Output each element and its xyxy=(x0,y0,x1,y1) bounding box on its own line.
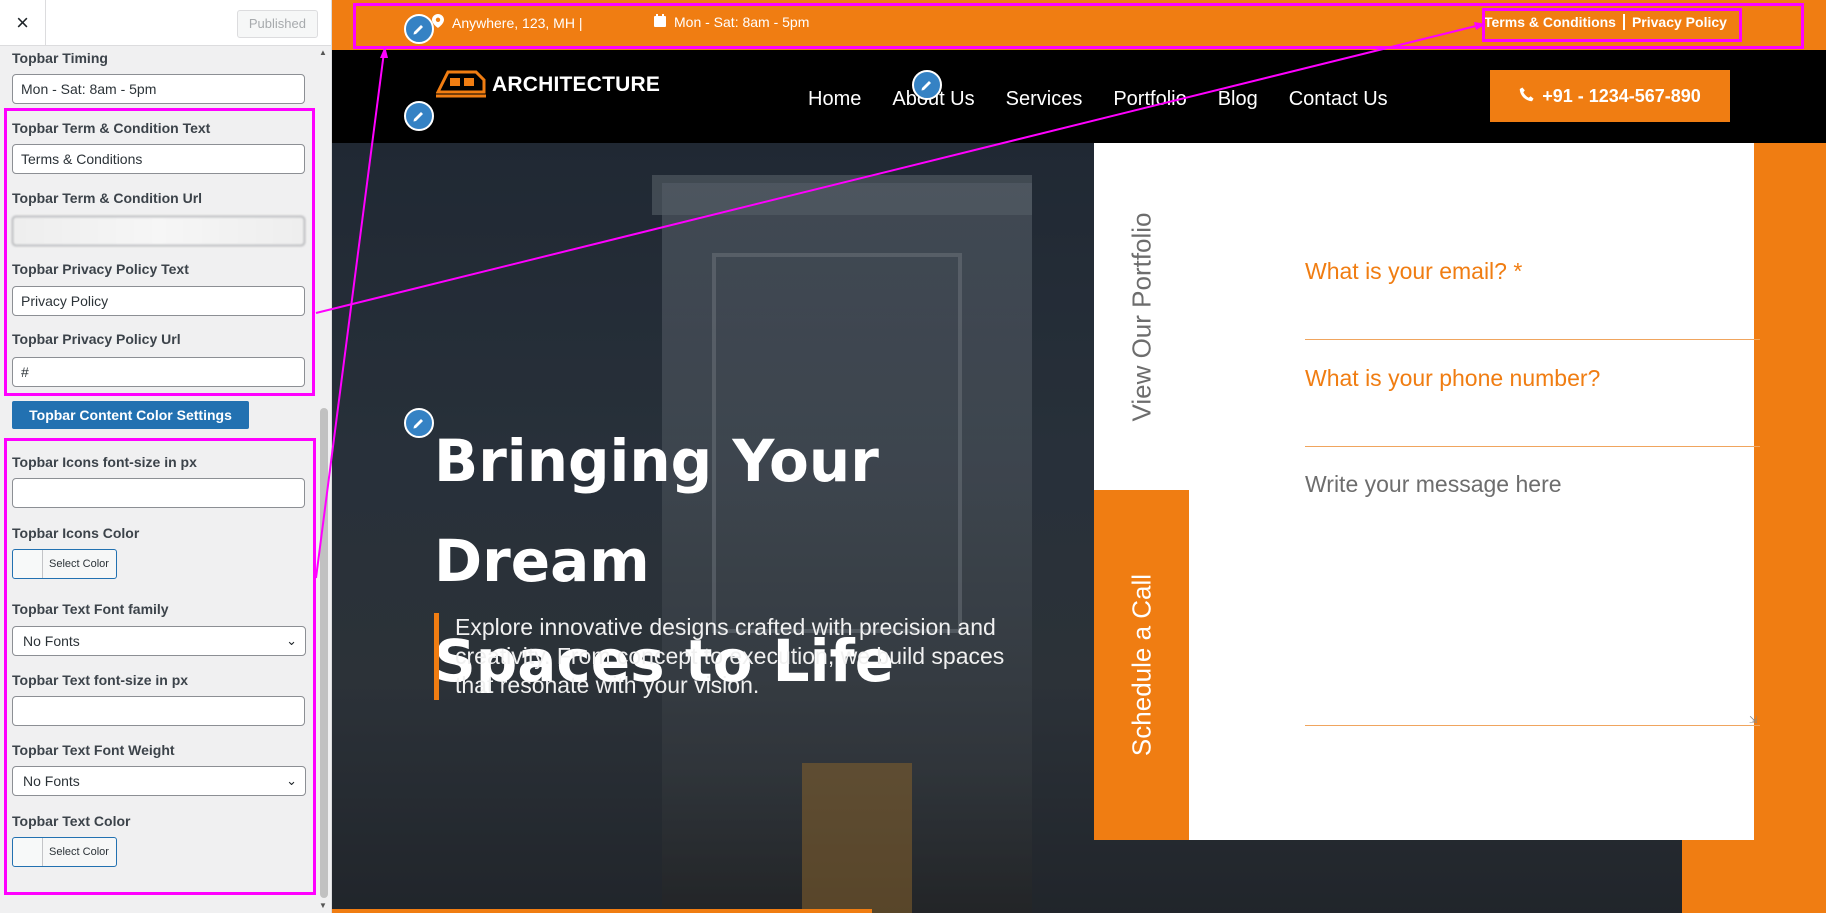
nav-portfolio[interactable]: Portfolio xyxy=(1113,88,1186,111)
icons-color-label: Topbar Icons Color xyxy=(12,525,140,541)
nav-home[interactable]: Home xyxy=(808,88,861,111)
text-color-picker[interactable]: Select Color xyxy=(12,837,117,867)
calendar-icon xyxy=(654,14,666,30)
phone-button[interactable]: +91 - 1234-567-890 xyxy=(1490,70,1730,122)
phone-label: What is your phone number? xyxy=(1305,365,1601,391)
phone-number: +91 - 1234-567-890 xyxy=(1542,85,1701,106)
site-header: ARCHITECTURE Home About Us Services Port… xyxy=(332,50,1826,143)
site-preview: Anywhere, 123, MH | Mon - Sat: 8am - 5pm… xyxy=(332,0,1826,913)
link-divider xyxy=(1622,14,1625,30)
topbar-links: Terms & Conditions Privacy Policy xyxy=(1484,14,1727,30)
term-text-input[interactable]: Terms & Conditions xyxy=(12,144,305,174)
published-button[interactable]: Published xyxy=(236,10,318,38)
edit-pencil-icon[interactable] xyxy=(404,14,434,44)
font-family-label: Topbar Text Font family xyxy=(12,601,169,617)
timing-label: Topbar Timing xyxy=(12,50,108,66)
font-weight-label: Topbar Text Font Weight xyxy=(12,742,175,758)
topbar-hours: Mon - Sat: 8am - 5pm xyxy=(654,14,809,30)
color-swatch xyxy=(13,838,43,866)
privacy-text-label: Topbar Privacy Policy Text xyxy=(12,261,189,277)
logo-text: ARCHITECTURE xyxy=(492,72,661,96)
phone-icon xyxy=(1519,86,1534,107)
schedule-tab[interactable]: Schedule a Call xyxy=(1094,490,1189,840)
email-label: What is your email? * xyxy=(1305,258,1523,284)
edit-pencil-icon[interactable] xyxy=(404,408,434,438)
hours-text: Mon - Sat: 8am - 5pm xyxy=(674,14,810,30)
nav-blog[interactable]: Blog xyxy=(1218,88,1258,111)
customizer-panel: Topbar Timing Mon - Sat: 8am - 5pm Topba… xyxy=(0,46,331,913)
terms-link[interactable]: Terms & Conditions xyxy=(1484,14,1616,30)
topbar: Anywhere, 123, MH | Mon - Sat: 8am - 5pm… xyxy=(332,0,1826,50)
resize-handle-icon[interactable]: ⇲ xyxy=(1749,715,1757,726)
term-url-input[interactable] xyxy=(12,216,305,246)
font-size-label: Topbar Text font-size in px xyxy=(12,672,189,688)
portfolio-tab-label: View Our Portfolio xyxy=(1126,211,1156,422)
text-color-label: Topbar Text Color xyxy=(12,813,131,829)
color-settings-button[interactable]: Topbar Content Color Settings xyxy=(12,401,249,429)
message-underline xyxy=(1305,725,1760,726)
scrollbar-thumb[interactable] xyxy=(320,408,328,898)
close-icon[interactable]: × xyxy=(0,0,46,46)
customizer-header: × Published xyxy=(0,0,331,46)
scroll-up-icon[interactable]: ▲ xyxy=(319,48,327,57)
schedule-tab-label: Schedule a Call xyxy=(1126,573,1156,757)
select-color-label: Select Color xyxy=(49,846,109,858)
term-text-label: Topbar Term & Condition Text xyxy=(12,120,211,136)
building-logo-icon xyxy=(435,64,486,105)
privacy-link[interactable]: Privacy Policy xyxy=(1632,14,1727,30)
hero-description: Explore innovative designs crafted with … xyxy=(434,613,1034,700)
main-nav: Home About Us Services Portfolio Blog Co… xyxy=(808,88,1419,111)
nav-contact[interactable]: Contact Us xyxy=(1289,88,1388,111)
font-weight-value: No Fonts xyxy=(23,773,80,789)
site-logo[interactable]: ARCHITECTURE xyxy=(435,64,661,105)
nav-services[interactable]: Services xyxy=(1006,88,1083,111)
edit-pencil-icon[interactable] xyxy=(912,70,942,100)
term-url-label: Topbar Term & Condition Url xyxy=(12,190,203,206)
edit-pencil-icon[interactable] xyxy=(404,101,434,131)
icons-color-picker[interactable]: Select Color xyxy=(12,549,117,579)
timing-input[interactable]: Mon - Sat: 8am - 5pm xyxy=(12,74,305,104)
topbar-address: Anywhere, 123, MH | xyxy=(432,14,582,31)
privacy-url-label: Topbar Privacy Policy Url xyxy=(12,331,181,347)
icons-size-input[interactable] xyxy=(12,478,305,508)
phone-field[interactable] xyxy=(1305,446,1760,447)
sidebar-scrollbar[interactable]: ▲ ▼ xyxy=(319,48,329,910)
chevron-down-icon: ⌄ xyxy=(286,633,297,648)
accent-line xyxy=(332,909,872,913)
privacy-text-input[interactable]: Privacy Policy xyxy=(12,286,305,316)
font-size-input[interactable] xyxy=(12,696,305,726)
font-family-value: No Fonts xyxy=(23,633,80,649)
font-weight-select[interactable]: No Fonts ⌄ xyxy=(12,766,306,796)
privacy-url-input[interactable]: # xyxy=(12,357,305,387)
hero-title-line-1: Bringing Your Dream xyxy=(434,427,879,595)
email-field[interactable] xyxy=(1305,339,1760,340)
icons-size-label: Topbar Icons font-size in px xyxy=(12,454,197,470)
message-field[interactable]: Write your message here xyxy=(1305,471,1562,498)
color-swatch xyxy=(13,550,43,578)
address-text: Anywhere, 123, MH | xyxy=(452,14,583,31)
portfolio-tab[interactable]: View Our Portfolio xyxy=(1094,143,1189,490)
scroll-down-icon[interactable]: ▼ xyxy=(319,901,327,910)
select-color-label: Select Color xyxy=(49,558,109,570)
customizer-sidebar: × Published Topbar Timing Mon - Sat: 8am… xyxy=(0,0,332,913)
contact-form: What is your email? * What is your phone… xyxy=(1189,143,1760,840)
font-family-select[interactable]: No Fonts ⌄ xyxy=(12,626,306,656)
chevron-down-icon: ⌄ xyxy=(286,773,297,788)
